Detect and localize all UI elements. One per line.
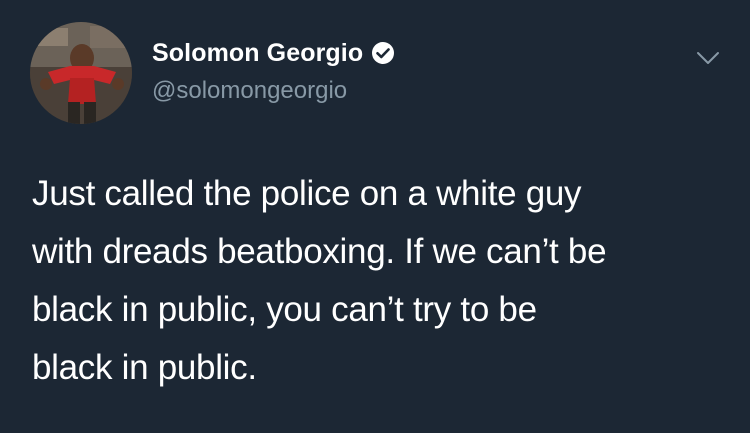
avatar-image bbox=[30, 22, 132, 124]
tweet-card: Solomon Georgio @solomongeorgio Just cal… bbox=[0, 0, 750, 433]
author-handle[interactable]: @solomongeorgio bbox=[152, 77, 347, 105]
avatar[interactable] bbox=[30, 22, 132, 124]
verified-badge-icon bbox=[371, 41, 395, 65]
chevron-down-icon[interactable] bbox=[694, 48, 722, 68]
author-display-name[interactable]: Solomon Georgio bbox=[152, 39, 363, 68]
author-name-row: Solomon Georgio bbox=[152, 38, 395, 68]
tweet-text: Just called the police on a white guy wi… bbox=[32, 174, 607, 387]
